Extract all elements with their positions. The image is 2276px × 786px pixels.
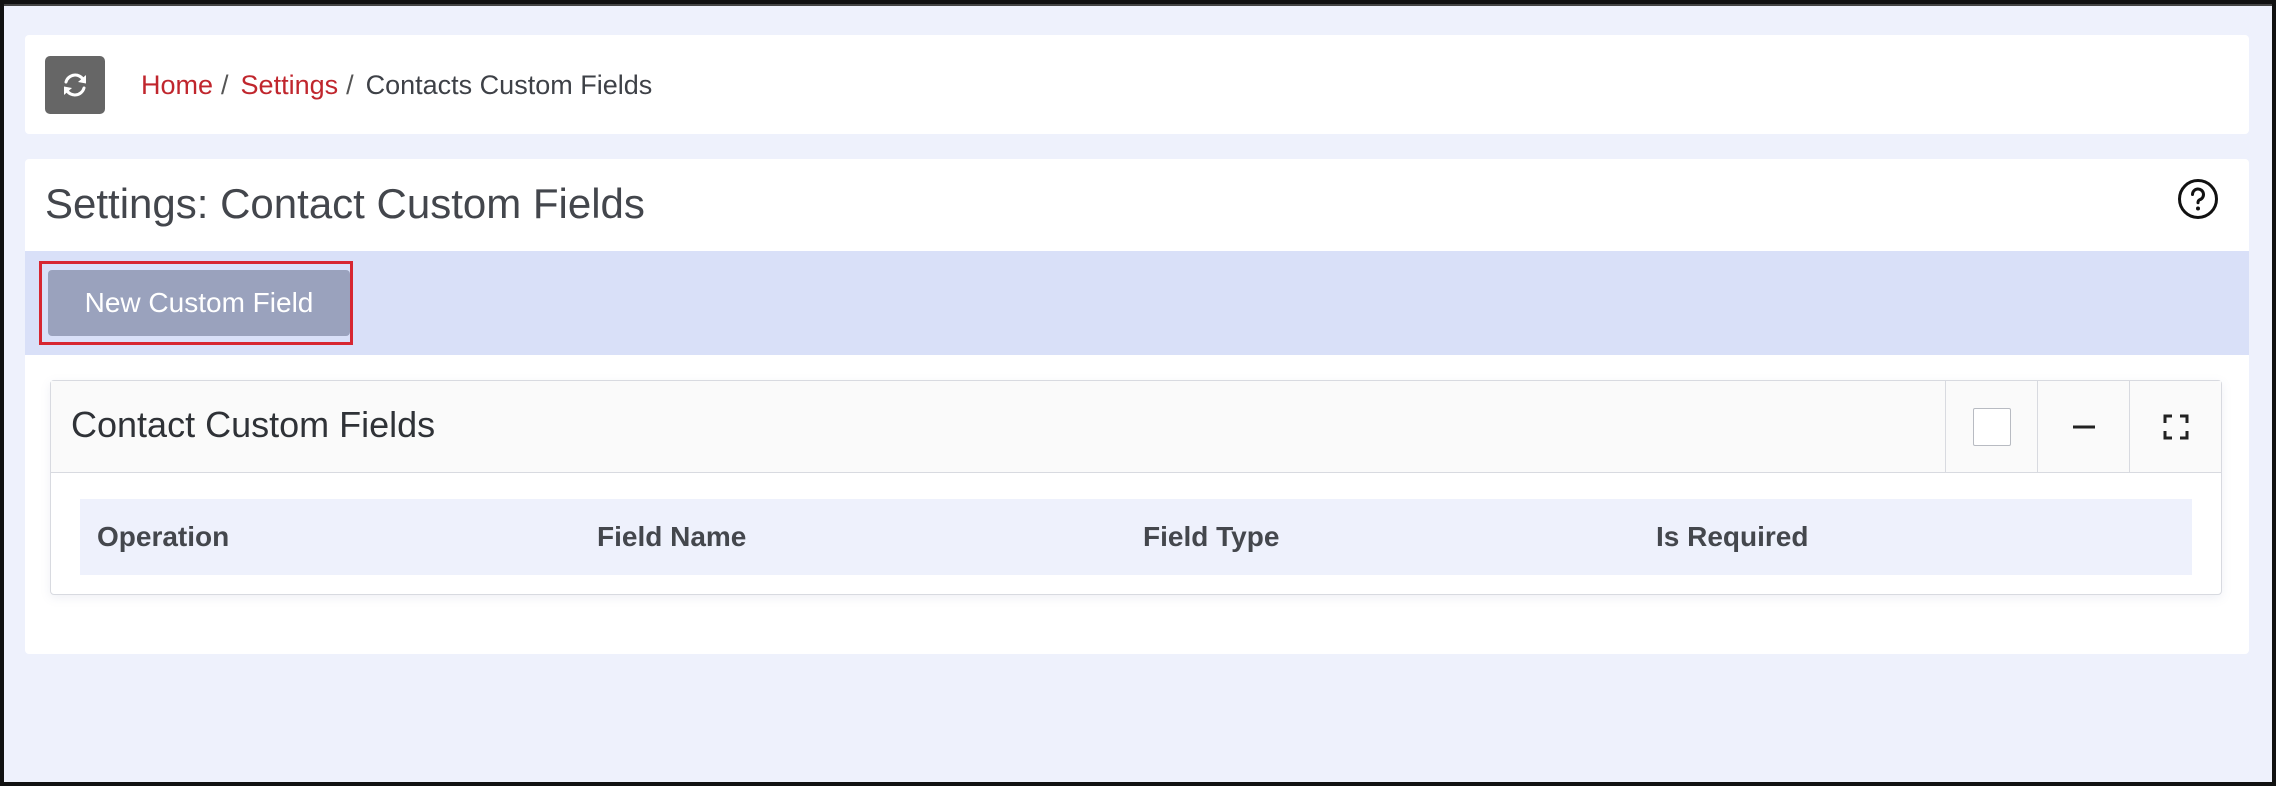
column-header-is-required[interactable]: Is Required	[1656, 499, 1808, 575]
breadcrumb-current: Contacts Custom Fields	[365, 70, 653, 100]
action-bar: New Custom Field	[25, 251, 2249, 355]
breadcrumb-home-link[interactable]: Home	[141, 70, 213, 100]
settings-panel: Settings: Contact Custom Fields New Cust…	[25, 159, 2249, 654]
refresh-button[interactable]	[45, 56, 105, 114]
minimize-button[interactable]	[2037, 381, 2129, 473]
column-header-field-type[interactable]: Field Type	[1143, 499, 1279, 575]
refresh-icon	[64, 73, 86, 97]
highlight-box: New Custom Field	[39, 261, 353, 345]
widget-tools	[1945, 381, 2221, 473]
custom-fields-widget: Contact Custom Fields Operation Field Na…	[50, 380, 2222, 595]
expand-icon	[2163, 414, 2188, 440]
column-header-operation[interactable]: Operation	[97, 499, 229, 575]
breadcrumb: Home / Settings / Contacts Custom Fields	[141, 68, 652, 102]
fullscreen-button[interactable]	[2129, 381, 2221, 473]
breadcrumb-settings-link[interactable]: Settings	[241, 70, 339, 100]
breadcrumb-bar: Home / Settings / Contacts Custom Fields	[25, 35, 2249, 134]
widget-header: Contact Custom Fields	[51, 381, 2221, 473]
minimize-icon	[2072, 425, 2095, 429]
select-checkbox[interactable]	[1972, 408, 2011, 446]
widget-title: Contact Custom Fields	[71, 404, 436, 445]
breadcrumb-separator: /	[346, 70, 354, 100]
question-circle-icon	[2178, 179, 2218, 219]
help-button[interactable]	[2177, 178, 2219, 220]
select-toggle-button[interactable]	[1945, 381, 2037, 473]
custom-fields-table: Operation Field Name Field Type Is Requi…	[80, 499, 2192, 575]
breadcrumb-separator: /	[221, 70, 229, 100]
page-title: Settings: Contact Custom Fields	[45, 180, 645, 227]
new-custom-field-button[interactable]: New Custom Field	[48, 270, 350, 336]
window-top-rule	[4, 4, 2272, 6]
column-header-field-name[interactable]: Field Name	[597, 499, 746, 575]
